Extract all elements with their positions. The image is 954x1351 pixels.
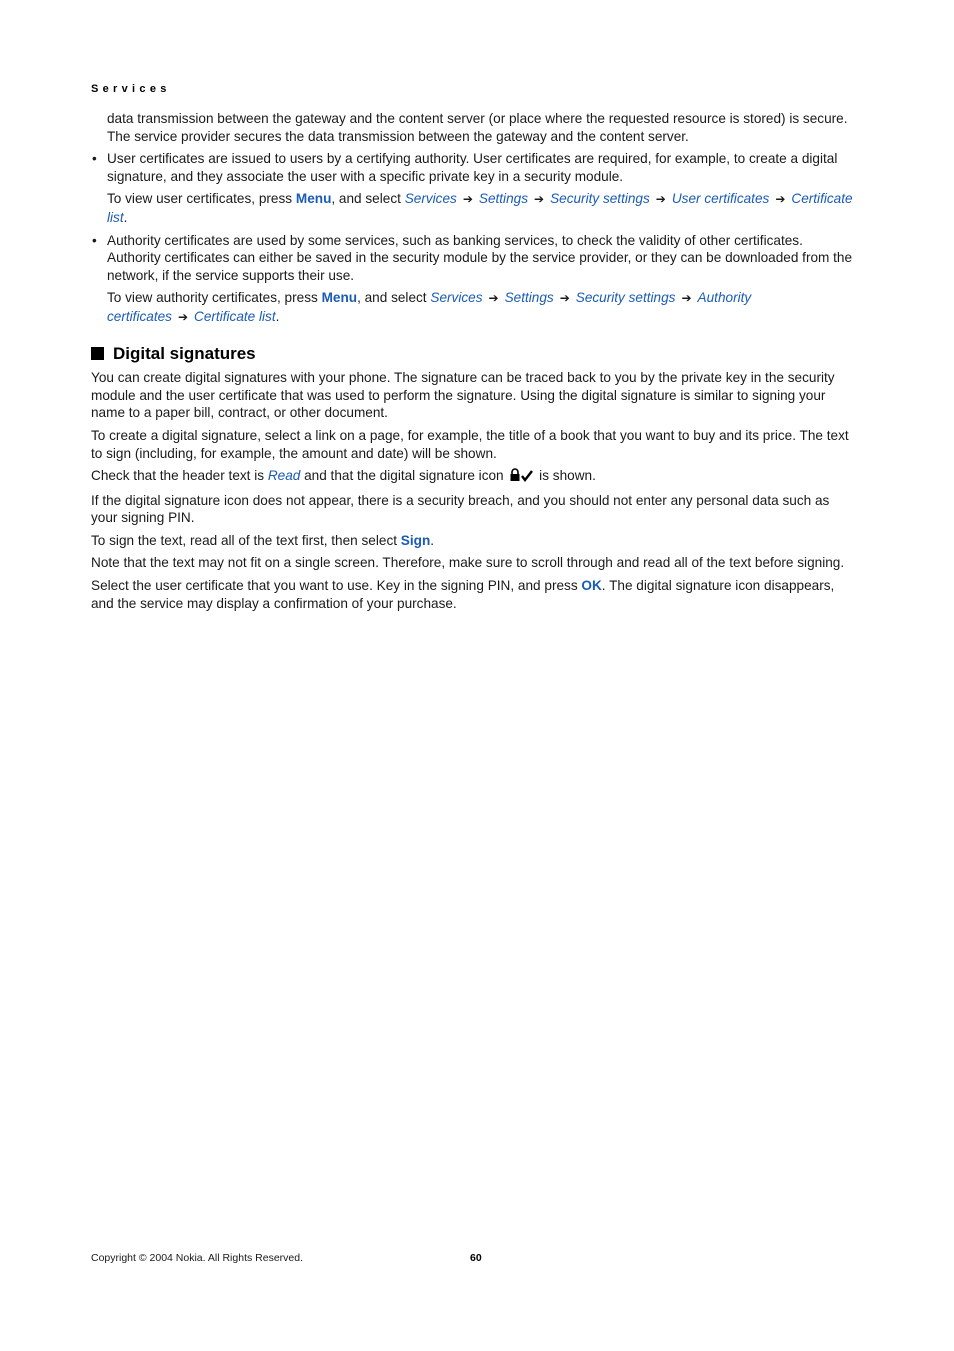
menu-key: Menu	[295, 191, 332, 207]
instruction: To view authority certificates, press Me…	[107, 290, 752, 324]
paragraph-2: To create a digital signature, select a …	[91, 427, 849, 461]
section-heading: Digital signatures	[91, 343, 859, 363]
arrow-icon: ➔	[177, 309, 189, 324]
running-header: Services	[91, 83, 171, 95]
path-services: Services	[430, 290, 483, 306]
paragraph-3: Check that the header text is Read and t…	[91, 467, 859, 487]
instruction: To view user certificates, press Menu, a…	[107, 191, 853, 225]
path-services: Services	[404, 191, 457, 207]
bullet-user-certificates: User certificates are issued to users by…	[91, 150, 859, 226]
sign-key: Sign	[400, 532, 431, 548]
path-user-certificates: User certificates	[671, 191, 770, 207]
arrow-icon: ➔	[559, 291, 570, 306]
section-title: Digital signatures	[113, 343, 256, 363]
arrow-icon: ➔	[681, 291, 692, 306]
arrow-icon: ➔	[534, 192, 545, 207]
read-header-text: Read	[267, 468, 301, 484]
paragraph-7: Select the user certificate that you wan…	[91, 578, 835, 611]
path-certificate-list: Certificate list	[194, 308, 276, 324]
path-settings: Settings	[478, 191, 528, 207]
heading-square-icon	[91, 346, 104, 360]
footer-copyright: Copyright © 2004 Nokia. All Rights Reser…	[91, 1252, 304, 1264]
bullet-text: User certificates are issued to users by…	[107, 151, 838, 184]
ok-key: OK	[581, 578, 602, 594]
paragraph-5: To sign the text, read all of the text f…	[91, 532, 435, 548]
arrow-icon: ➔	[775, 192, 786, 207]
page-content: data transmission between the gateway an…	[91, 110, 859, 617]
path-settings: Settings	[504, 290, 554, 306]
arrow-icon: ➔	[462, 192, 473, 207]
path-security-settings: Security settings	[575, 290, 676, 306]
menu-key: Menu	[321, 290, 358, 306]
page-number: 60	[470, 1252, 482, 1264]
digital-signature-icon	[509, 468, 534, 487]
intro-continuation: data transmission between the gateway an…	[107, 111, 848, 144]
bullet-authority-certificates: Authority certificates are used by some …	[91, 232, 859, 327]
paragraph-6: Note that the text may not fit on a sing…	[91, 555, 845, 571]
bullet-text: Authority certificates are used by some …	[107, 232, 853, 283]
arrow-icon: ➔	[488, 291, 499, 306]
arrow-icon: ➔	[655, 192, 666, 207]
paragraph-4: If the digital signature icon does not a…	[91, 492, 830, 526]
path-security-settings: Security settings	[550, 191, 650, 207]
paragraph-1: You can create digital signatures with y…	[91, 370, 835, 421]
